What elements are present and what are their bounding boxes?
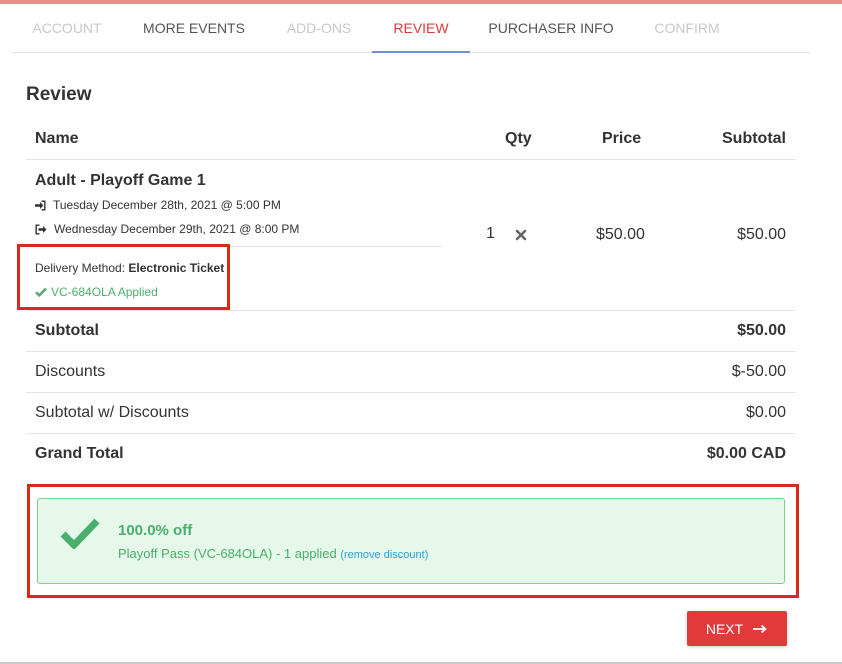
check-icon bbox=[60, 518, 100, 549]
item-quantity: 1 bbox=[486, 225, 495, 242]
event-end-date: Wednesday December 29th, 2021 @ 8:00 PM bbox=[35, 222, 299, 236]
table-divider bbox=[26, 392, 796, 393]
tab-confirm[interactable]: CONFIRM bbox=[632, 4, 742, 52]
delivery-method: Delivery Method: Electronic Ticket bbox=[35, 261, 224, 275]
discount-title: 100.0% off bbox=[118, 522, 193, 539]
voucher-applied: VC-684OLA Applied bbox=[35, 285, 158, 299]
summary-subtotal-label: Subtotal bbox=[35, 322, 99, 339]
check-icon bbox=[35, 287, 47, 297]
tab-purchaser-info[interactable]: PURCHASER INFO bbox=[470, 4, 632, 52]
sign-in-icon bbox=[35, 200, 46, 210]
tab-add-ons[interactable]: ADD-ONS bbox=[266, 4, 372, 52]
event-start-date: Tuesday December 28th, 2021 @ 5:00 PM bbox=[35, 198, 281, 212]
summary-after-discount-label: Subtotal w/ Discounts bbox=[35, 404, 189, 421]
remove-item-icon[interactable] bbox=[515, 229, 527, 241]
grand-total-value: $0.00 CAD bbox=[706, 445, 786, 462]
delivery-method-value: Electronic Ticket bbox=[128, 261, 225, 275]
checkout-steps-tabs: ACCOUNT MORE EVENTS ADD-ONS REVIEW PURCH… bbox=[12, 4, 810, 53]
next-button[interactable]: NEXT bbox=[687, 611, 787, 646]
summary-discounts-label: Discounts bbox=[35, 363, 106, 380]
table-divider bbox=[26, 351, 796, 352]
event-end-text: Wednesday December 29th, 2021 @ 8:00 PM bbox=[54, 222, 300, 236]
column-header-qty: Qty bbox=[505, 130, 532, 147]
tab-review[interactable]: REVIEW bbox=[372, 4, 470, 53]
tab-account[interactable]: ACCOUNT bbox=[12, 4, 122, 52]
tab-more-events[interactable]: MORE EVENTS bbox=[122, 4, 266, 52]
grand-total-label: Grand Total bbox=[35, 445, 124, 462]
summary-discounts-value: $-50.00 bbox=[731, 363, 786, 380]
delivery-highlight-box: Delivery Method: Electronic Ticket VC-68… bbox=[17, 244, 230, 310]
discount-description: Playoff Pass (VC-684OLA) - 1 applied (re… bbox=[118, 546, 428, 561]
event-name: Adult - Playoff Game 1 bbox=[35, 172, 206, 189]
next-button-label: NEXT bbox=[705, 620, 744, 637]
table-divider bbox=[26, 433, 796, 434]
discount-applied-panel: 100.0% off Playoff Pass (VC-684OLA) - 1 … bbox=[37, 498, 785, 584]
column-header-subtotal: Subtotal bbox=[722, 130, 786, 147]
summary-after-discount-value: $0.00 bbox=[745, 404, 786, 421]
item-subtotal: $50.00 bbox=[737, 226, 786, 243]
sign-out-icon bbox=[35, 224, 47, 234]
voucher-applied-text: VC-684OLA Applied bbox=[51, 285, 158, 299]
column-header-price: Price bbox=[602, 130, 642, 147]
summary-subtotal-value: $50.00 bbox=[737, 322, 786, 339]
event-start-text: Tuesday December 28th, 2021 @ 5:00 PM bbox=[53, 198, 281, 212]
table-divider bbox=[26, 159, 796, 160]
arrow-right-icon bbox=[753, 624, 768, 633]
remove-discount-link[interactable]: (remove discount) bbox=[340, 549, 428, 561]
delivery-method-label: Delivery Method: bbox=[35, 261, 126, 275]
page-title: Review bbox=[26, 84, 92, 105]
discount-description-text: Playoff Pass (VC-684OLA) - 1 applied bbox=[118, 546, 337, 561]
table-divider bbox=[26, 310, 796, 311]
column-header-name: Name bbox=[35, 130, 79, 147]
item-price: $50.00 bbox=[596, 226, 645, 243]
